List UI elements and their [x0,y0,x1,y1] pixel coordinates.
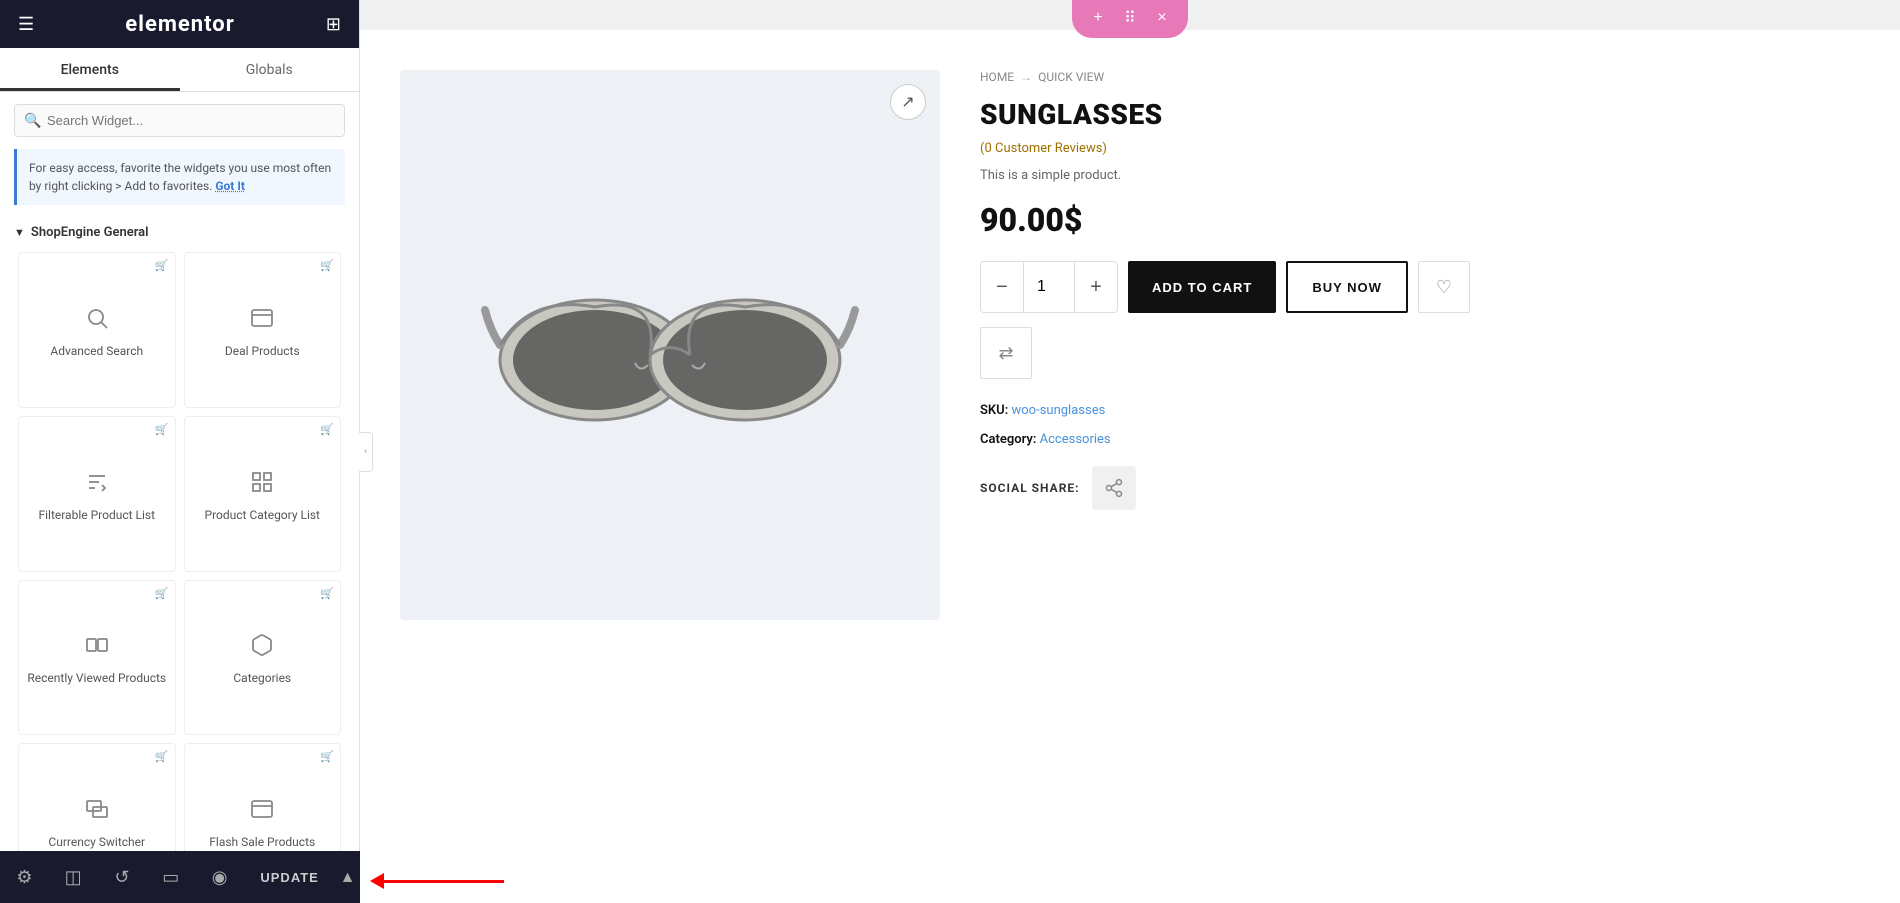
product-area: ↗ [360,30,1900,903]
sku-value: woo-sunglasses [1012,403,1106,418]
product-image [480,235,860,455]
social-share-icon[interactable] [1092,466,1136,510]
sku-label: SKU: [980,403,1008,418]
flash-sale-icon [250,797,274,827]
logo: elementor [125,12,235,37]
widget-corner-icon-8: 🛒 [320,750,334,763]
toolbar-add-button[interactable]: + [1084,4,1112,32]
product-category: Category: Accessories [980,428,1860,451]
breadcrumb: HOME → QUICK VIEW [980,70,1860,84]
widget-label-advanced-search: Advanced Search [50,344,143,358]
sidebar-header: ☰ elementor ⊞ [0,0,359,48]
widget-corner-icon-3: 🛒 [155,423,169,436]
category-list-icon [250,470,274,500]
sidebar: ☰ elementor ⊞ Elements Globals 🔍 For eas… [0,0,360,903]
bottom-bar: ⚙ ◫ ↺ ▭ ◉ UPDATE ▲ [0,851,360,903]
widget-recently-viewed[interactable]: 🛒 Recently Viewed Products [18,580,176,736]
responsive-icon[interactable]: ▭ [151,857,191,897]
collapse-arrow-icon: ▼ [14,226,25,239]
buy-now-button[interactable]: BUY NOW [1286,261,1408,313]
widget-label-deal-products: Deal Products [225,344,300,358]
sidebar-tabs: Elements Globals [0,48,359,92]
info-text: For easy access, favorite the widgets yo… [29,161,331,193]
breadcrumb-home[interactable]: HOME [980,70,1014,84]
category-value: Accessories [1040,432,1111,447]
top-toolbar: + ⠿ × [1072,0,1188,38]
history-icon[interactable]: ↺ [102,857,142,897]
toolbar-close-button[interactable]: × [1148,4,1176,32]
section-title[interactable]: ▼ ShopEngine General [0,217,359,248]
update-button[interactable]: UPDATE [248,870,330,885]
add-to-cart-row: − + ADD TO CART BUY NOW ♡ [980,261,1860,313]
widget-corner-icon-2: 🛒 [320,259,334,272]
quantity-decrease-button[interactable]: − [981,261,1023,313]
widget-corner-icon-6: 🛒 [320,587,334,600]
product-image-container: ↗ [400,70,940,620]
widget-label-currency-switcher: Currency Switcher [48,835,145,849]
currency-switcher-icon [85,797,109,827]
toolbar-move-button[interactable]: ⠿ [1116,4,1144,32]
collapse-handle[interactable]: ‹ [359,432,373,472]
categories-icon [250,633,274,663]
filterable-list-icon [85,470,109,500]
widget-corner-icon-7: 🛒 [155,750,169,763]
got-it-link[interactable]: Got It [215,179,245,193]
eye-icon[interactable]: ◉ [200,857,240,897]
social-share-row: SOCIAL SHARE: [980,466,1860,510]
widget-filterable-product-list[interactable]: 🛒 Filterable Product List [18,416,176,572]
tab-globals[interactable]: Globals [180,48,360,91]
chevron-up-icon[interactable]: ▲ [340,867,356,887]
product-description: This is a simple product. [980,168,1860,183]
hamburger-icon[interactable]: ☰ [18,14,34,35]
widget-label-categories: Categories [233,671,291,685]
widget-label-category-list: Product Category List [205,508,320,522]
widget-deal-products[interactable]: 🛒 Deal Products [184,252,342,408]
add-to-cart-button[interactable]: ADD TO CART [1128,261,1276,313]
product-title: SUNGLASSES [980,98,1860,131]
wishlist-button[interactable]: ♡ [1418,261,1470,313]
compare-row: ⇄ [980,327,1860,379]
section-label: ShopEngine General [31,225,149,240]
advanced-search-icon [85,306,109,336]
quantity-input[interactable] [1023,261,1075,313]
product-reviews[interactable]: (0 Customer Reviews) [980,141,1860,156]
widget-advanced-search[interactable]: 🛒 Advanced Search [18,252,176,408]
compare-button[interactable]: ⇄ [980,327,1032,379]
product-details: HOME → QUICK VIEW SUNGLASSES (0 Customer… [980,70,1860,903]
main-content: + ⠿ × ↗ [360,0,1900,903]
deal-products-icon [250,306,274,336]
category-label: Category: [980,432,1036,447]
breadcrumb-current: QUICK VIEW [1038,70,1104,84]
layers-icon[interactable]: ◫ [53,857,93,897]
info-box: For easy access, favorite the widgets yo… [14,149,345,205]
search-icon: 🔍 [24,113,41,129]
grid-icon[interactable]: ⊞ [326,14,341,35]
settings-icon[interactable]: ⚙ [4,857,44,897]
quantity-control: − + [980,261,1118,313]
search-bar-container: 🔍 [0,92,359,149]
widget-corner-icon-4: 🛒 [320,423,334,436]
expand-image-button[interactable]: ↗ [890,84,926,120]
widget-label-recently-viewed: Recently Viewed Products [27,671,166,685]
recently-viewed-icon [85,633,109,663]
widget-product-category-list[interactable]: 🛒 Product Category List [184,416,342,572]
quantity-increase-button[interactable]: + [1075,261,1117,313]
product-price: 90.00$ [980,201,1860,239]
product-sku: SKU: woo-sunglasses [980,399,1860,422]
widget-label-flash-sale: Flash Sale Products [209,835,315,849]
widgets-grid: 🛒 Advanced Search 🛒 Deal Products 🛒 Filt… [0,248,359,903]
social-share-label: SOCIAL SHARE: [980,481,1080,495]
widget-corner-icon: 🛒 [155,259,169,272]
tab-elements[interactable]: Elements [0,48,180,91]
widget-label-filterable: Filterable Product List [38,508,155,522]
widget-corner-icon-5: 🛒 [155,587,169,600]
widget-categories[interactable]: 🛒 Categories [184,580,342,736]
search-input[interactable] [14,104,345,137]
breadcrumb-separator: → [1020,70,1032,84]
